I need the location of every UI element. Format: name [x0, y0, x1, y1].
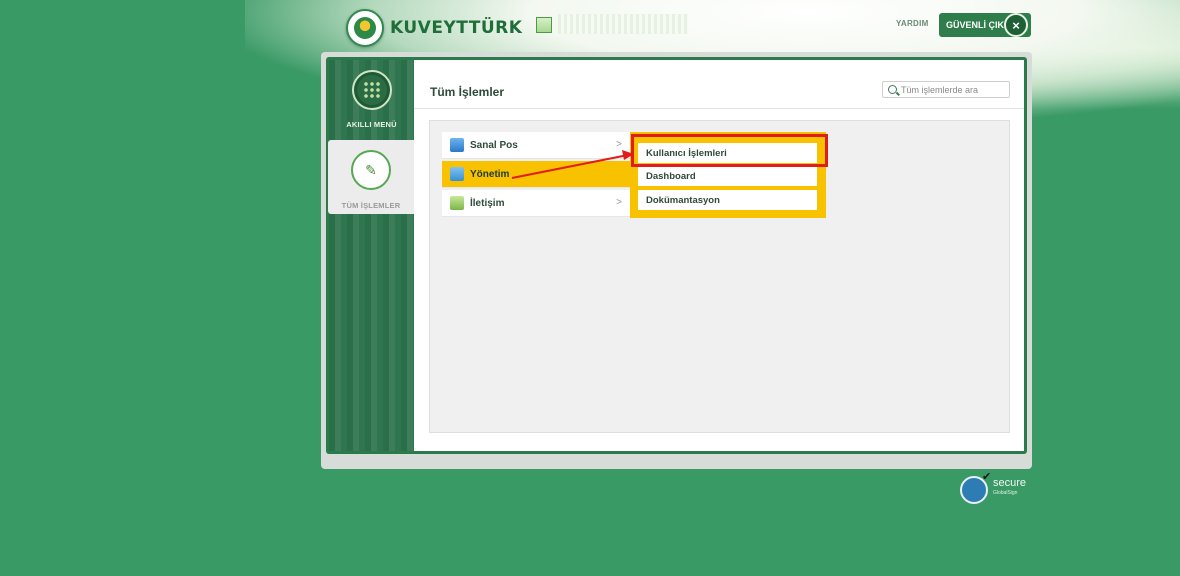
secure-label: secure [993, 477, 1027, 489]
secure-sub-label: GlobalSign [993, 490, 1018, 496]
check-icon: ✔ [982, 471, 992, 483]
secure-badge[interactable]: ✔ secure GlobalSign [960, 471, 1036, 505]
